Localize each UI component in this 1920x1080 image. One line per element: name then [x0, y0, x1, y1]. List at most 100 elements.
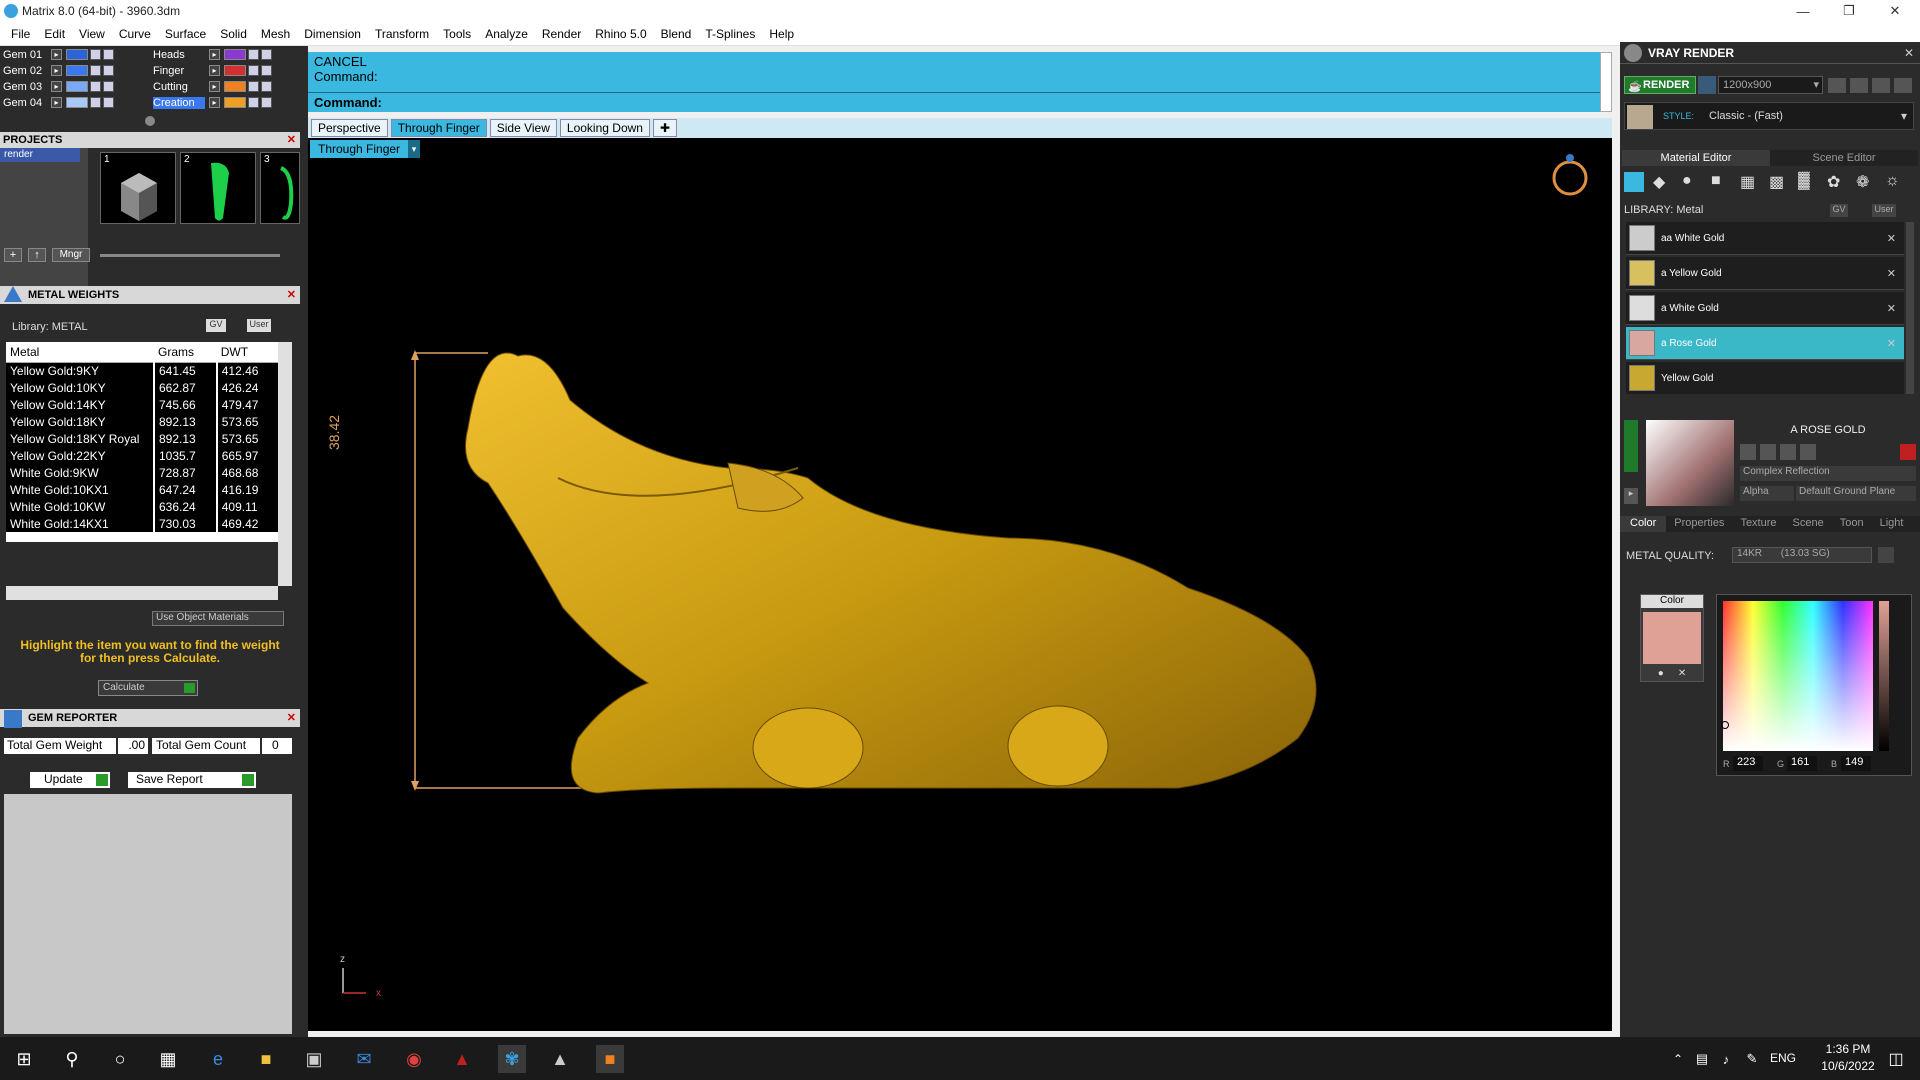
menu-analyze[interactable]: Analyze	[478, 27, 535, 41]
layer-expand-icon[interactable]: ▸	[209, 49, 220, 60]
gv-toggle[interactable]: GV	[206, 319, 226, 332]
sphere-material-icon[interactable]: ●	[1682, 172, 1702, 192]
close-window-button[interactable]: ✕	[1872, 0, 1918, 22]
column-header-grams[interactable]: Grams	[154, 342, 217, 363]
grid-icon[interactable]	[1894, 78, 1912, 93]
brightness-slider[interactable]	[1879, 601, 1889, 751]
layer-expand-icon[interactable]: ▸	[51, 97, 62, 108]
metal-quality-select[interactable]: 14KR (13.03 SG)	[1732, 547, 1872, 563]
layer-expand-icon[interactable]: ▸	[209, 81, 220, 92]
windows-start-icon[interactable]: ⊞	[10, 1045, 38, 1073]
tab-color[interactable]: Color	[1620, 516, 1667, 532]
expand-icon[interactable]: ▸	[1624, 488, 1638, 504]
command-input[interactable]: Command:	[308, 92, 1600, 112]
list-item[interactable]: a Rose Gold ✕	[1626, 327, 1904, 360]
menu-render[interactable]: Render	[535, 27, 588, 41]
menu-blend[interactable]: Blend	[654, 27, 699, 41]
layer-row-gem03[interactable]: Gem 03 ▸	[3, 79, 114, 94]
pinned-app-icon[interactable]: ■	[596, 1045, 624, 1073]
visibility-icon[interactable]	[103, 49, 114, 60]
visibility-icon[interactable]	[103, 97, 114, 108]
matrix-app-icon[interactable]: ✾	[498, 1045, 526, 1073]
list-item[interactable]: a Yellow Gold ✕	[1626, 257, 1904, 290]
layer-expand-icon[interactable]: ▸	[209, 65, 220, 76]
style-select[interactable]: STYLE: Classic - (Fast) ▾	[1624, 102, 1914, 130]
visibility-icon[interactable]	[261, 81, 272, 92]
layer-color-swatch[interactable]	[224, 97, 246, 108]
restore-button[interactable]: ❐	[1826, 0, 1872, 22]
calculate-button[interactable]: Calculate	[98, 680, 198, 696]
layer-color-swatch[interactable]	[66, 49, 88, 60]
visibility-icon[interactable]	[103, 81, 114, 92]
red-value-input[interactable]: 223	[1733, 756, 1763, 771]
layer-row-finger[interactable]: Finger ▸	[153, 63, 272, 78]
menu-curve[interactable]: Curve	[112, 27, 158, 41]
projects-scrollbar[interactable]	[100, 254, 280, 257]
manager-button[interactable]: Mngr	[52, 248, 90, 262]
paint-material-icon[interactable]: ❁	[1856, 172, 1876, 192]
lock-icon[interactable]	[90, 81, 101, 92]
table-row[interactable]: Yellow Gold:18KY Royal 892.13 573.65	[6, 430, 278, 447]
layer-color-swatch[interactable]	[66, 97, 88, 108]
command-scrollbar[interactable]	[1600, 52, 1612, 112]
tab-properties[interactable]: Properties	[1666, 516, 1732, 532]
table-row[interactable]: White Gold:9KW 728.87 468.68	[6, 464, 278, 481]
menu-edit[interactable]: Edit	[37, 27, 72, 41]
tab-scene-editor[interactable]: Scene Editor	[1770, 150, 1918, 166]
ground-plane-select[interactable]: Default Ground Plane	[1796, 486, 1916, 501]
remove-icon[interactable]: ✕	[1887, 337, 1896, 350]
visibility-icon[interactable]	[103, 65, 114, 76]
rhino-icon[interactable]: ▲	[546, 1045, 574, 1073]
project-item[interactable]: render	[0, 148, 80, 162]
material-list-scrollbar[interactable]	[1906, 222, 1914, 394]
file-explorer-icon[interactable]: ■	[252, 1045, 280, 1073]
copy-icon[interactable]	[1760, 444, 1776, 460]
metal-material-icon[interactable]	[1624, 172, 1644, 192]
table-vertical-scrollbar[interactable]	[278, 342, 292, 586]
reflection-select[interactable]: Complex Reflection	[1740, 466, 1916, 481]
leaf-material-icon[interactable]: ✿	[1827, 172, 1847, 192]
save-icon[interactable]	[1740, 444, 1756, 460]
layer-row-cutting[interactable]: Cutting ▸	[153, 79, 272, 94]
menu-mesh[interactable]: Mesh	[254, 27, 297, 41]
eyedropper-icon[interactable]: ●	[1658, 668, 1664, 679]
refresh-icon[interactable]	[1900, 444, 1916, 460]
visibility-icon[interactable]	[261, 49, 272, 60]
update-button[interactable]: Update	[30, 772, 110, 788]
visibility-icon[interactable]	[261, 97, 272, 108]
search-icon[interactable]: ⚲	[58, 1045, 86, 1073]
close-icon[interactable]: ✕	[1904, 46, 1914, 60]
column-header-metal[interactable]: Metal	[6, 342, 154, 363]
table-row[interactable]: White Gold:10KW 636.24 409.11	[6, 498, 278, 515]
remove-icon[interactable]: ✕	[1887, 302, 1896, 315]
user-toggle[interactable]: User	[247, 319, 271, 332]
layout-icon[interactable]	[1850, 78, 1868, 93]
tab-scene[interactable]: Scene	[1785, 516, 1832, 532]
add-project-button[interactable]: +	[4, 248, 22, 262]
lock-icon[interactable]	[90, 65, 101, 76]
green-value-input[interactable]: 161	[1787, 756, 1817, 771]
layer-row-gem01[interactable]: Gem 01 ▸	[3, 47, 114, 62]
lock-icon[interactable]	[90, 97, 101, 108]
clock[interactable]: 1:36 PM 10/6/2022	[1818, 1041, 1878, 1075]
alpha-toggle[interactable]: Alpha	[1740, 486, 1794, 501]
menu-dimension[interactable]: Dimension	[297, 27, 368, 41]
menu-file[interactable]: File	[4, 27, 37, 41]
collapse-preview-icon[interactable]	[1624, 420, 1638, 472]
layer-expand-icon[interactable]: ▸	[209, 97, 220, 108]
close-icon[interactable]: ✕	[287, 286, 296, 304]
minimize-button[interactable]: —	[1780, 0, 1826, 22]
layer-expand-icon[interactable]: ▸	[51, 49, 62, 60]
3d-viewport[interactable]: Through Finger ▾ 38.42 z x	[308, 138, 1612, 1031]
store-icon[interactable]: ▣	[300, 1045, 328, 1073]
previous-icon[interactable]	[1828, 78, 1846, 93]
list-item[interactable]: Yellow Gold	[1626, 362, 1904, 394]
render-button[interactable]: ☕ RENDER	[1624, 76, 1696, 94]
list-item[interactable]: a White Gold ✕	[1626, 292, 1904, 325]
mail-icon[interactable]: ✉	[350, 1045, 378, 1073]
layer-color-swatch[interactable]	[66, 65, 88, 76]
lock-icon[interactable]	[248, 49, 259, 60]
tab-side-view[interactable]: Side View	[489, 119, 557, 137]
color-picker[interactable]: R 223 G 161 B 149	[1716, 594, 1912, 776]
layer-color-swatch[interactable]	[66, 81, 88, 92]
